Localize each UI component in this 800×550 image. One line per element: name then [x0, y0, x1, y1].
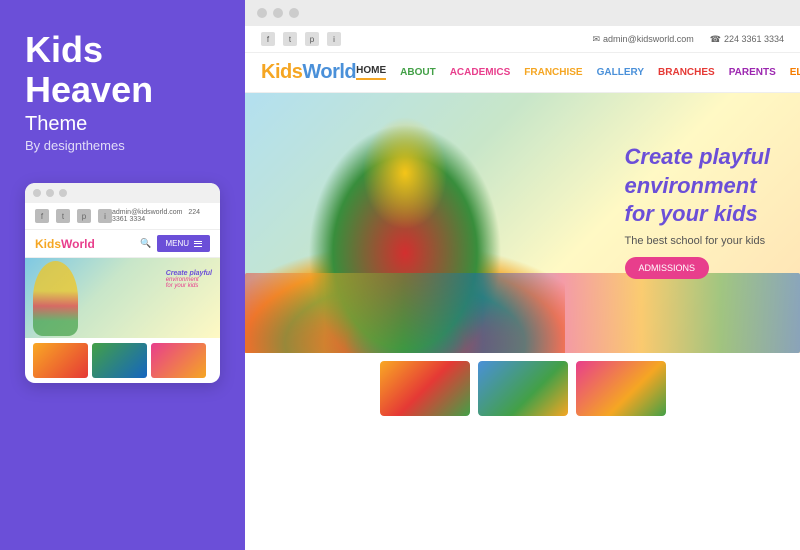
- theme-subtitle: Theme: [25, 113, 220, 136]
- dot1: [33, 189, 41, 197]
- hero-section: Create playful environment for your kids…: [245, 93, 800, 550]
- hero-overlay-text: Create playful environment for your kids…: [625, 143, 771, 279]
- thumbnail-2[interactable]: [478, 361, 568, 416]
- browser-dot3: [289, 8, 299, 18]
- navbar: KidsWorld HOME ABOUT ACADEMICS FRANCHISE…: [245, 53, 800, 93]
- topbar-phone: ☎ 224 3361 3334: [710, 34, 784, 45]
- nav-academics[interactable]: ACADEMICS: [450, 67, 511, 78]
- mini-social-icons: f t p i: [35, 209, 112, 223]
- thumbnail-1[interactable]: [380, 361, 470, 416]
- mini-titlebar: [25, 183, 220, 203]
- right-browser-panel: f t p i ✉ admin@kidsworld.com ☎ 224 3361…: [245, 0, 800, 550]
- nav-parents[interactable]: PARENTS: [729, 67, 776, 78]
- topbar-contact: ✉ admin@kidsworld.com ☎ 224 3361 3334: [593, 34, 785, 45]
- hero-background: Create playful environment for your kids…: [245, 93, 800, 353]
- dot3: [59, 189, 67, 197]
- twitter-icon[interactable]: t: [283, 32, 297, 46]
- topbar: f t p i ✉ admin@kidsworld.com ☎ 224 3361…: [245, 26, 800, 53]
- pinterest-icon[interactable]: p: [305, 32, 319, 46]
- hero-thumbnails: [245, 353, 800, 424]
- mini-thumb-1: [33, 343, 88, 378]
- hero-tagline: Create playful environment for your kids: [625, 143, 771, 229]
- mini-thumb-2: [92, 343, 147, 378]
- topbar-email: ✉ admin@kidsworld.com: [593, 34, 694, 45]
- mini-topbar: f t p i admin@kidsworld.com 224 3361 333…: [25, 203, 220, 230]
- colorful-blocks: [245, 273, 800, 353]
- mini-logo: KidsWorld: [35, 237, 95, 251]
- nav-gallery[interactable]: GALLERY: [597, 67, 644, 78]
- mini-hero-child-figure: [33, 261, 78, 336]
- logo-kids: Kids: [261, 61, 302, 83]
- left-panel: Kids Heaven Theme By designthemes f t p …: [0, 0, 245, 550]
- hero-subtitle: The best school for your kids: [625, 235, 771, 247]
- instagram-icon[interactable]: i: [327, 32, 341, 46]
- thumbnail-3[interactable]: [576, 361, 666, 416]
- topbar-social-icons: f t p i: [261, 32, 341, 46]
- browser-titlebar: [245, 0, 800, 26]
- hero-admissions-button[interactable]: ADMISSIONS: [625, 257, 710, 279]
- nav-about[interactable]: ABOUT: [400, 67, 436, 78]
- mini-browser-card: f t p i admin@kidsworld.com 224 3361 333…: [25, 183, 220, 383]
- dot2: [46, 189, 54, 197]
- nav-branches[interactable]: BRANCHES: [658, 67, 715, 78]
- mini-tw-icon: t: [56, 209, 70, 223]
- browser-dot1: [257, 8, 267, 18]
- mini-thumbnails: [25, 338, 220, 383]
- theme-title: Kids Heaven: [25, 30, 220, 109]
- mini-search-icon[interactable]: 🔍: [140, 238, 151, 249]
- theme-by: By designthemes: [25, 138, 220, 153]
- nav-elements[interactable]: ELEMENTS: [790, 67, 800, 78]
- fb-icon[interactable]: f: [261, 32, 275, 46]
- nav-home[interactable]: HOME: [356, 65, 386, 80]
- mini-pt-icon: p: [77, 209, 91, 223]
- mini-hero-overlay: Create playful environment for your kids: [166, 270, 212, 289]
- mini-contact: admin@kidsworld.com 224 3361 3334: [112, 209, 210, 223]
- nav-franchise[interactable]: FRANCHISE: [524, 67, 582, 78]
- nav-logo: KidsWorld: [261, 61, 356, 84]
- mini-fb-icon: f: [35, 209, 49, 223]
- nav-links: HOME ABOUT ACADEMICS FRANCHISE GALLERY B…: [356, 65, 800, 80]
- browser-dot2: [273, 8, 283, 18]
- logo-world: World: [302, 61, 356, 83]
- email-icon: ✉: [593, 34, 601, 45]
- mini-hero: Create playful environment for your kids: [25, 258, 220, 338]
- mini-ig-icon: i: [98, 209, 112, 223]
- mini-hamburger-icon: [194, 241, 202, 247]
- mini-nav: KidsWorld 🔍 MENU: [25, 230, 220, 258]
- phone-icon: ☎: [710, 34, 721, 45]
- mini-menu-button[interactable]: MENU: [157, 235, 210, 252]
- mini-thumb-3: [151, 343, 206, 378]
